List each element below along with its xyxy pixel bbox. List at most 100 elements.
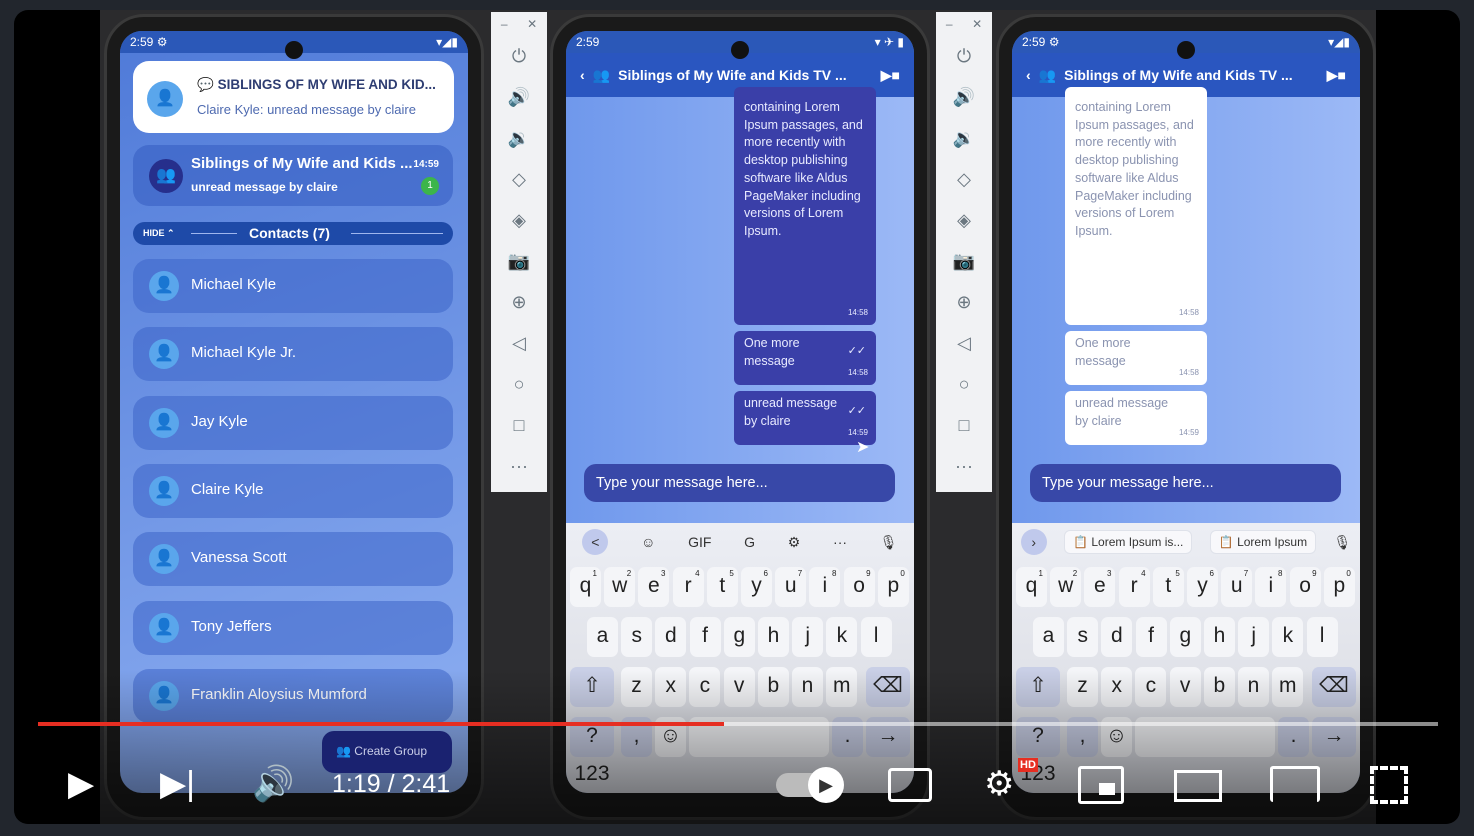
key-s[interactable]: s: [621, 617, 653, 657]
key-q[interactable]: q1: [1016, 567, 1047, 607]
power-icon[interactable]: ⏻: [936, 36, 992, 77]
key-n[interactable]: n: [792, 667, 823, 707]
key-x[interactable]: x: [655, 667, 687, 707]
contact-item[interactable]: 👤 Vanessa Scott: [133, 532, 453, 587]
key-p[interactable]: p0: [877, 567, 909, 607]
key-j[interactable]: j: [792, 617, 824, 657]
camera-icon[interactable]: 📷: [491, 241, 547, 282]
key-q[interactable]: q1: [570, 567, 601, 607]
microphone-icon[interactable]: 🎙: [880, 534, 898, 551]
overview-icon[interactable]: □: [936, 405, 992, 446]
key-g[interactable]: g: [1169, 617, 1201, 657]
volume-down-icon[interactable]: 🔉: [491, 118, 547, 159]
minimize-icon[interactable]: –: [946, 12, 953, 36]
key-w[interactable]: w2: [1050, 567, 1082, 607]
key-y[interactable]: y6: [741, 567, 772, 607]
miniplayer-button[interactable]: [1078, 766, 1124, 804]
rotate-left-icon[interactable]: ◇: [491, 159, 547, 200]
key-b[interactable]: b: [757, 667, 789, 707]
notification-card[interactable]: 👤 💬 SIBLINGS OF MY WIFE AND KID... Clair…: [133, 61, 454, 133]
settings-icon[interactable]: ⚙: [788, 534, 801, 551]
video-player[interactable]: 2:59 ⚙ ▾◢▮ 👤 💬 SIBLINGS OF MY WIFE AND KI…: [14, 10, 1460, 824]
back-icon[interactable]: ‹: [1026, 67, 1031, 83]
back-icon[interactable]: ◁: [491, 323, 547, 364]
key-m[interactable]: m: [1272, 667, 1304, 707]
key-e[interactable]: e3: [1084, 567, 1116, 607]
key-t[interactable]: t5: [706, 567, 738, 607]
close-icon[interactable]: ✕: [972, 12, 982, 36]
contact-item[interactable]: 👤 Franklin Aloysius Mumford: [133, 668, 453, 723]
key-p[interactable]: p0: [1323, 567, 1355, 607]
key-h[interactable]: h: [758, 617, 789, 657]
key-f[interactable]: f: [1135, 617, 1167, 657]
key-y[interactable]: y6: [1187, 567, 1218, 607]
key-a[interactable]: a: [1033, 617, 1064, 657]
key-o[interactable]: o9: [1289, 567, 1321, 607]
key-m[interactable]: m: [826, 667, 858, 707]
key-f[interactable]: f: [689, 617, 721, 657]
contact-item[interactable]: 👤 Claire Kyle: [133, 463, 453, 518]
key-d[interactable]: d: [655, 617, 687, 657]
key-i[interactable]: i8: [1255, 567, 1287, 607]
expand-toolbar-button[interactable]: ›: [1020, 529, 1047, 555]
key-k[interactable]: k: [826, 617, 858, 657]
key-c[interactable]: c: [1135, 667, 1167, 707]
progress-bar[interactable]: [38, 722, 1438, 726]
collapse-toolbar-button[interactable]: <: [582, 529, 609, 555]
message-input[interactable]: Type your message here...: [1030, 464, 1341, 502]
chat-list-item[interactable]: 👥 Siblings of My Wife and Kids ... 14:59…: [133, 145, 453, 206]
autoplay-toggle[interactable]: ▶: [776, 767, 844, 803]
key-x[interactable]: x: [1101, 667, 1133, 707]
theater-mode-button[interactable]: [1174, 770, 1222, 802]
gif-button[interactable]: GIF: [688, 534, 711, 550]
more-icon[interactable]: ···: [491, 446, 547, 487]
contact-item[interactable]: 👤 Jay Kyle: [133, 395, 453, 450]
subtitles-button[interactable]: [888, 768, 932, 802]
key-r[interactable]: r4: [672, 567, 704, 607]
key-d[interactable]: d: [1101, 617, 1133, 657]
key-v[interactable]: v: [1169, 667, 1201, 707]
backspace-key[interactable]: ⌫: [1312, 667, 1356, 707]
key-e[interactable]: e3: [638, 567, 670, 607]
key-o[interactable]: o9: [843, 567, 875, 607]
settings-button[interactable]: ⚙: [984, 764, 1014, 804]
zoom-icon[interactable]: ⊕: [491, 282, 547, 323]
camera-icon[interactable]: 📷: [936, 241, 992, 282]
shift-key[interactable]: ⇧: [1016, 667, 1060, 707]
key-l[interactable]: l: [1306, 617, 1338, 657]
video-call-icon[interactable]: ▶■: [1327, 67, 1346, 84]
key-t[interactable]: t5: [1152, 567, 1184, 607]
volume-up-icon[interactable]: 🔊: [491, 77, 547, 118]
contact-item[interactable]: 👤 Tony Jeffers: [133, 600, 453, 655]
backspace-key[interactable]: ⌫: [866, 667, 910, 707]
rotate-left-icon[interactable]: ◇: [936, 159, 992, 200]
volume-down-icon[interactable]: 🔉: [936, 118, 992, 159]
zoom-icon[interactable]: ⊕: [936, 282, 992, 323]
hide-contacts-button[interactable]: HIDE ⌃: [143, 228, 175, 239]
rotate-right-icon[interactable]: ◈: [491, 200, 547, 241]
shift-key[interactable]: ⇧: [570, 667, 614, 707]
clipboard-chip[interactable]: 📋 Lorem Ipsum: [1209, 530, 1317, 554]
key-z[interactable]: z: [621, 667, 652, 707]
sticker-icon[interactable]: ☺: [641, 534, 655, 550]
rotate-right-icon[interactable]: ◈: [936, 200, 992, 241]
minimize-icon[interactable]: –: [501, 12, 508, 36]
key-c[interactable]: c: [689, 667, 721, 707]
message-input[interactable]: Type your message here...: [584, 464, 895, 502]
key-z[interactable]: z: [1067, 667, 1098, 707]
microphone-icon[interactable]: 🎙: [1333, 534, 1351, 551]
key-v[interactable]: v: [723, 667, 755, 707]
key-i[interactable]: i8: [809, 567, 841, 607]
volume-up-icon[interactable]: 🔊: [936, 77, 992, 118]
create-group-button[interactable]: 👥 Create Group: [322, 731, 452, 773]
key-a[interactable]: a: [587, 617, 618, 657]
contact-item[interactable]: 👤 Michael Kyle: [133, 259, 453, 313]
video-call-icon[interactable]: ▶■: [881, 67, 900, 84]
key-j[interactable]: j: [1238, 617, 1270, 657]
contact-item[interactable]: 👤 Michael Kyle Jr.: [133, 327, 453, 382]
key-h[interactable]: h: [1204, 617, 1235, 657]
key-l[interactable]: l: [860, 617, 892, 657]
key-n[interactable]: n: [1238, 667, 1269, 707]
key-k[interactable]: k: [1272, 617, 1304, 657]
more-icon[interactable]: ···: [936, 446, 992, 487]
